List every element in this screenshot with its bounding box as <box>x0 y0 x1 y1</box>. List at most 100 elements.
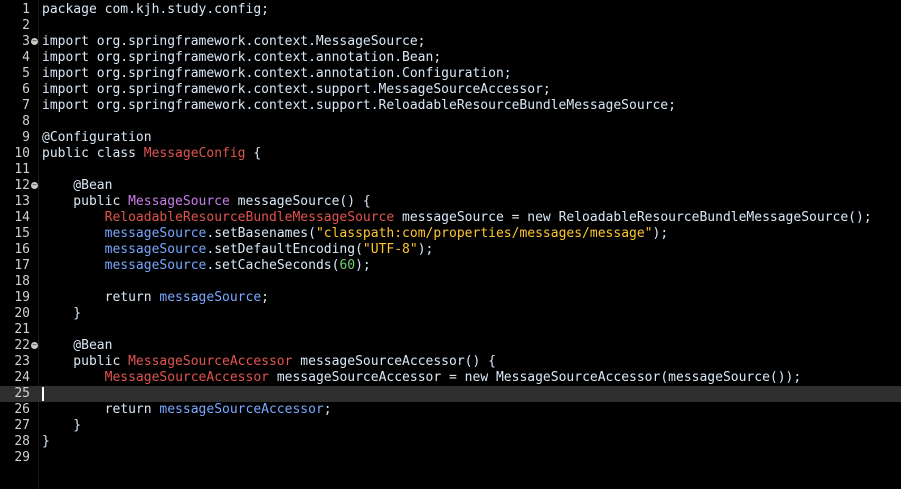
code-token: public <box>42 354 129 369</box>
code-editor[interactable]: 1 package com.kjh.study.config; 23 import o… <box>0 0 901 489</box>
code-token: messageSource <box>104 258 207 273</box>
code-text: import org.springframework.context.Messa… <box>42 34 426 50</box>
line-number: 25 <box>14 386 30 401</box>
code-area[interactable]: 1 package com.kjh.study.config; 23 import o… <box>0 2 901 466</box>
code-line[interactable]: 11 <box>0 162 901 178</box>
code-line[interactable]: 12 @Bean <box>0 178 901 194</box>
line-number: 2 <box>22 18 30 33</box>
code-token: ); <box>355 258 371 273</box>
code-token: ; <box>323 402 332 417</box>
line-number: 11 <box>14 162 30 177</box>
code-line[interactable]: 23 public MessageSourceAccessor messageS… <box>0 354 901 370</box>
code-text: package com.kjh.study.config; <box>42 2 269 18</box>
line-number: 5 <box>22 66 30 81</box>
code-line[interactable]: 8 <box>0 114 901 130</box>
line-number: 28 <box>14 434 30 449</box>
line-number: 1 <box>22 2 30 17</box>
code-line[interactable]: 17 messageSource.setCacheSeconds(60); <box>0 258 901 274</box>
code-line[interactable]: 4 import org.springframework.context.anno… <box>0 50 901 66</box>
line-number: 29 <box>14 450 30 465</box>
fold-toggle-icon[interactable] <box>31 38 38 45</box>
code-line[interactable]: 6 import org.springframework.context.supp… <box>0 82 901 98</box>
code-token: import org.springframework.context.suppo… <box>42 82 551 97</box>
code-token: import org.springframework.context.suppo… <box>42 98 676 113</box>
line-number: 9 <box>22 130 30 145</box>
code-text: messageSource.setCacheSeconds(60); <box>42 258 371 274</box>
code-line[interactable]: 19 return messageSource; <box>0 290 901 306</box>
code-line[interactable]: 15 messageSource.setBasenames("classpath… <box>0 226 901 242</box>
code-token: } <box>42 418 82 433</box>
code-line[interactable]: 26 return messageSourceAccessor; <box>0 402 901 418</box>
code-token: } <box>42 434 50 449</box>
code-line[interactable]: 10 public class MessageConfig { <box>0 146 901 162</box>
code-token: .setDefaultEncoding( <box>206 242 363 257</box>
code-token: @Bean <box>42 338 113 353</box>
line-number: 13 <box>14 194 30 209</box>
code-token: messageSource <box>104 242 207 257</box>
code-line[interactable]: 28} <box>0 434 901 450</box>
code-token: import org.springframework.context.annot… <box>42 66 512 81</box>
line-number: 24 <box>14 370 30 385</box>
fold-toggle-icon[interactable] <box>31 342 38 349</box>
code-token: messageSourceAccessor = new MessageSourc… <box>269 370 802 385</box>
code-token: ); <box>652 226 669 241</box>
code-line[interactable]: 18 <box>0 274 901 290</box>
code-line[interactable]: 1 package com.kjh.study.config; <box>0 2 901 18</box>
code-token: .setBasenames( <box>206 226 316 241</box>
code-line[interactable]: 14 ReloadableResourceBundleMessageSource… <box>0 210 901 226</box>
code-token: import org.springframework.context.Messa… <box>42 34 426 49</box>
code-line[interactable]: 24 MessageSourceAccessor messageSourceAc… <box>0 370 901 386</box>
code-token: MessageSourceAccessor <box>128 354 293 369</box>
code-text: import org.springframework.context.annot… <box>42 66 512 82</box>
code-token: MessageSource <box>128 194 230 209</box>
line-number: 16 <box>14 242 30 257</box>
code-line[interactable]: 2 <box>0 18 901 34</box>
code-line[interactable]: 27 } <box>0 418 901 434</box>
code-token: public <box>42 194 129 209</box>
code-text: messageSource.setBasenames("classpath:co… <box>42 226 669 242</box>
code-text: import org.springframework.context.suppo… <box>42 82 551 98</box>
code-line[interactable]: 21 <box>0 322 901 338</box>
code-line[interactable]: 29 <box>0 450 901 466</box>
line-number: 19 <box>14 290 30 305</box>
code-text: @Bean <box>42 178 112 194</box>
code-line[interactable]: 20 } <box>0 306 901 322</box>
code-line[interactable]: 13 public MessageSource messageSource() … <box>0 194 901 210</box>
code-line[interactable]: 3 import org.springframework.context.Mess… <box>0 34 901 50</box>
code-line[interactable]: 9 @Configuration <box>0 130 901 146</box>
code-line[interactable]: 25 <box>0 386 901 402</box>
code-text: import org.springframework.context.suppo… <box>42 98 676 114</box>
code-line[interactable]: 7 import org.springframework.context.supp… <box>0 98 901 114</box>
code-text: } <box>42 306 81 322</box>
code-token: { <box>245 146 262 161</box>
line-number: 18 <box>14 274 30 289</box>
line-number: 10 <box>14 146 30 161</box>
code-text: return messageSource; <box>42 290 269 306</box>
code-text: public MessageSourceAccessor messageSour… <box>42 354 496 370</box>
code-text: } <box>42 418 81 434</box>
line-number: 20 <box>14 306 30 321</box>
code-token: MessageConfig <box>143 146 246 161</box>
line-number: 3 <box>22 34 30 49</box>
code-token: @Configuration <box>42 130 152 145</box>
code-line[interactable]: 16 messageSource.setDefaultEncoding("UTF… <box>0 242 901 258</box>
code-text: public class MessageConfig { <box>42 146 261 162</box>
line-number: 4 <box>22 50 30 65</box>
fold-toggle-icon[interactable] <box>31 182 38 189</box>
code-token: MessageSourceAccessor <box>104 370 269 385</box>
code-token: "UTF-8" <box>362 242 418 257</box>
line-number: 12 <box>14 178 30 193</box>
text-cursor <box>42 387 44 401</box>
code-token: ; <box>261 290 269 305</box>
code-line[interactable]: 5 import org.springframework.context.anno… <box>0 66 901 82</box>
code-token: import org.springframework.context.annot… <box>42 50 442 65</box>
code-token: messageSource <box>104 226 207 241</box>
code-token: "classpath:com/properties/messages/messa… <box>315 226 653 241</box>
code-token: messageSource <box>159 290 262 305</box>
line-number: 14 <box>14 210 30 225</box>
line-number: 6 <box>22 82 30 97</box>
code-line[interactable]: 22 @Bean <box>0 338 901 354</box>
